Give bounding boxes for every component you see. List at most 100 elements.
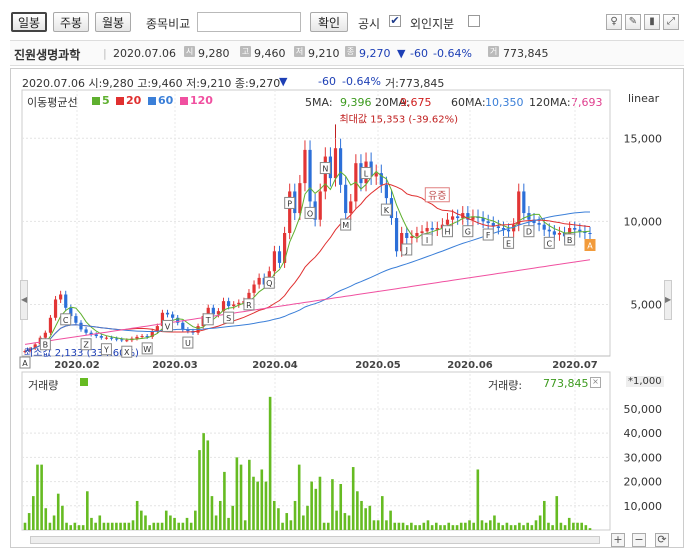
volume-bar [551,525,554,530]
volume-bar [563,525,567,530]
pattern-marker-label: Q [266,279,272,288]
volume-bar [360,500,363,530]
candle-body [165,312,170,315]
volume-bar [32,496,35,530]
x-tick-label: 2020.05 [355,360,401,371]
candle-body [450,216,455,220]
pattern-marker-label: Z [83,341,89,350]
volume-bar [434,522,438,530]
max-annotation: 최대값 15,353 (-39.62%) [339,113,458,125]
volume-bar [538,515,542,530]
candle-body [537,223,541,225]
volume-bar [131,520,135,530]
zoom-in-icon[interactable]: + [611,533,625,547]
volume-bar [252,476,255,530]
candle-body [298,183,302,214]
volume-bar [526,522,529,530]
pattern-marker-label: A [22,359,28,368]
volume-bar [497,522,500,530]
volume-bar [90,517,93,530]
x-tick-label: 2020.06 [447,360,493,371]
candle-body [430,228,434,230]
candle-body [547,229,551,232]
volume-bar [194,510,197,530]
candle-body [573,228,577,230]
volume-bar [135,500,139,530]
volume-bar [426,520,430,530]
candle-body [115,338,119,340]
volume-bar [189,522,193,530]
candle-body [48,317,53,333]
volume-bar [509,525,513,530]
volume-bar [493,515,496,530]
price-tick-label: 5,000 [631,298,663,311]
volume-bar [447,522,451,530]
volume-bar [268,396,272,530]
scroll-left-icon[interactable]: ◀ [20,280,28,320]
volume-bar [518,522,521,530]
scroll-right-icon[interactable]: ▶ [664,280,672,320]
volume-bar [110,522,114,530]
volume-bar [27,513,31,530]
pattern-marker-label: E [506,239,511,248]
volume-bar [480,520,484,530]
volume-bar [322,522,326,530]
volume-bar [248,459,251,530]
candle-body [277,251,282,263]
candle-body [171,314,175,318]
candle-body [410,236,414,238]
volume-bar [289,520,293,530]
volume-bar [231,505,235,530]
pattern-marker-label: X [124,348,130,357]
pattern-marker-label: T [205,316,211,325]
horizontal-scrollbar[interactable] [30,536,600,544]
volume-bar [588,528,592,530]
volume-bar [530,525,534,530]
volume-bar [272,500,276,530]
volume-legend-swatch [80,378,88,386]
candle-body [43,332,47,338]
volume-bar [185,517,189,530]
zoom-out-icon[interactable]: − [632,533,646,547]
volume-bar [152,522,156,530]
candle-body [374,173,378,177]
volume-bar [264,481,268,530]
ma120-line [24,259,591,345]
volume-bar [380,496,384,530]
refresh-icon[interactable]: ⟳ [655,533,669,547]
candle-body [140,336,144,338]
volume-close-icon[interactable]: × [590,377,601,388]
volume-bar [567,517,571,530]
volume-bar [98,515,102,530]
candle-body [344,184,348,214]
candle-body [557,233,562,235]
candle-body [74,316,78,323]
candle-body [232,304,236,307]
volume-panel-title: 거래량 [28,379,59,392]
pattern-marker-label: R [246,301,252,310]
volume-bar [580,522,583,530]
volume-bar [169,515,172,530]
volume-bar [584,525,588,530]
volume-bar [385,520,388,530]
pattern-marker-label: B [567,236,573,245]
volume-bar [227,517,230,530]
pattern-marker-label: C [546,239,552,248]
volume-bar [464,522,467,530]
pattern-marker-label: G [465,228,471,237]
pattern-marker-label: O [307,209,313,218]
volume-bar [202,433,205,530]
volume-bar [123,522,127,530]
volume-scale: *1,000 [626,376,664,387]
volume-bar [335,510,338,530]
volume-bar [61,505,64,530]
volume-bar [23,522,27,530]
pattern-marker-label: K [384,206,390,215]
volume-bar [505,522,509,530]
price-volume-chart: 5,000 10,000 15,000 10,000 20,000 30,000 40,00… [19,89,663,531]
candle-body [59,294,63,300]
volume-bar [302,515,305,530]
volume-bar [443,525,446,530]
price-tick-label: 10,000 [624,215,663,228]
volume-bar [281,522,284,530]
